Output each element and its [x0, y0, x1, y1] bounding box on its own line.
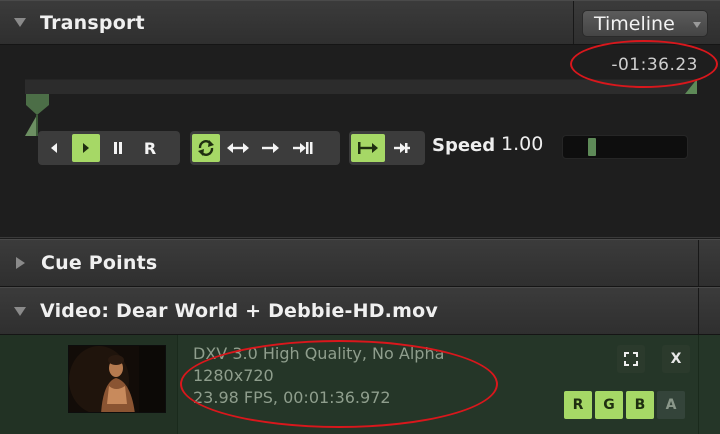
out-point-marker[interactable] [685, 79, 697, 94]
play-button[interactable] [72, 134, 100, 162]
channel-r-toggle[interactable]: R [564, 391, 592, 419]
header-divider [573, 1, 574, 44]
fullscreen-icon [624, 352, 638, 366]
collapse-triangle-icon[interactable] [14, 18, 26, 27]
bounce-arrows-icon [227, 143, 249, 153]
speed-slider-knob[interactable] [588, 138, 596, 156]
transport-header[interactable]: Transport Timeline [0, 0, 720, 45]
cue-points-header[interactable]: Cue Points [0, 239, 720, 287]
step-back-icon [51, 143, 57, 153]
loop-icon [198, 140, 214, 156]
speed-slider[interactable] [562, 135, 688, 159]
channel-g-toggle[interactable]: G [595, 391, 623, 419]
prev-frame-button[interactable] [40, 134, 68, 162]
cue-in-icon [358, 142, 378, 154]
video-title: Video: Dear World + Debbie-HD.mov [40, 300, 438, 322]
play-once-hold-button[interactable] [288, 134, 316, 162]
expand-triangle-icon[interactable] [16, 257, 25, 269]
fullscreen-button[interactable] [617, 345, 645, 373]
bounce-button[interactable] [224, 134, 252, 162]
arrow-right-icon [262, 143, 279, 153]
mode-select[interactable]: Timeline [582, 10, 708, 37]
cue-points-title: Cue Points [41, 252, 158, 274]
cue-in-button[interactable] [351, 134, 385, 162]
loop-mode-group [190, 131, 340, 165]
fps-duration-info: 23.98 FPS, 00:01:36.972 [193, 388, 391, 407]
collapse-triangle-icon[interactable] [14, 306, 26, 316]
playback-group: R [38, 131, 180, 165]
codec-info: DXV 3.0 High Quality, No Alpha [193, 344, 445, 363]
channel-toggle-group: R G B A [564, 390, 688, 420]
transport-title: Transport [40, 11, 145, 34]
speed-value[interactable]: 1.00 [501, 133, 543, 155]
cue-out-button[interactable] [389, 134, 417, 162]
channel-b-toggle[interactable]: B [626, 391, 654, 419]
channel-a-toggle[interactable]: A [657, 391, 685, 419]
resolution-info: 1280x720 [193, 366, 274, 385]
panel-divider [698, 335, 699, 434]
loop-button[interactable] [192, 134, 220, 162]
timeline-scrubber[interactable] [25, 79, 697, 94]
header-divider [698, 240, 699, 286]
play-icon [83, 143, 89, 153]
play-once-button[interactable] [256, 134, 284, 162]
mode-select-value: Timeline [594, 12, 675, 35]
cue-group [349, 131, 425, 165]
pause-icon [114, 142, 122, 154]
chevron-down-icon [693, 22, 701, 28]
header-divider [698, 288, 699, 334]
time-remaining: -01:36.23 [611, 55, 698, 75]
reverse-button[interactable]: R [136, 134, 164, 162]
video-thumbnail[interactable] [68, 345, 166, 413]
pause-button[interactable] [104, 134, 132, 162]
close-video-button[interactable]: X [662, 345, 690, 373]
speed-label: Speed [432, 135, 496, 156]
cue-out-icon [394, 143, 410, 153]
video-header[interactable]: Video: Dear World + Debbie-HD.mov [0, 287, 720, 335]
arrow-to-end-icon [293, 142, 313, 154]
thumbnail-image [69, 346, 165, 412]
